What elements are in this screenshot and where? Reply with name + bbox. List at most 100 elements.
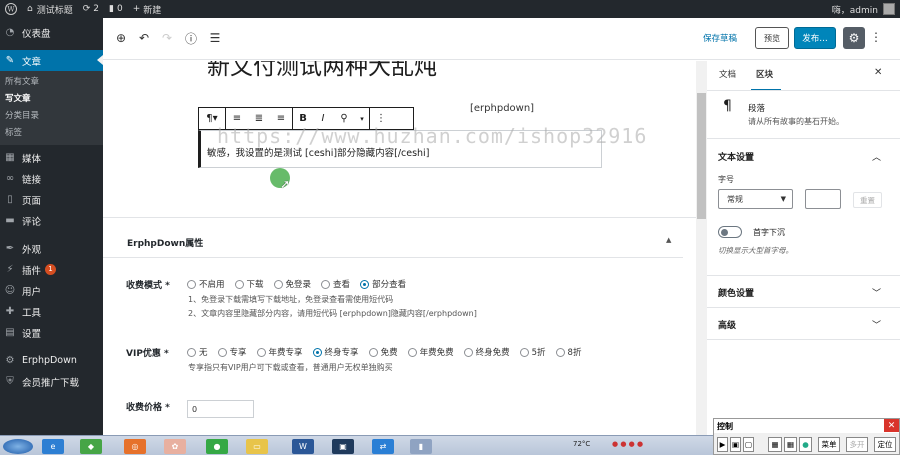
font-size-select[interactable]: 常规 ▼ xyxy=(718,189,793,209)
post-title[interactable]: 新文付测试两种大乱炖 xyxy=(207,61,437,81)
drop-cap-toggle[interactable] xyxy=(718,226,742,238)
vip-option[interactable]: 年费专享 xyxy=(256,346,303,358)
preview-button[interactable]: 预览 xyxy=(755,27,789,49)
chevron-up-icon[interactable]: ︿ xyxy=(872,150,881,163)
sidebar-item-media[interactable]: ▦ 媒体 xyxy=(0,147,103,168)
app-icon[interactable]: ▮ xyxy=(410,439,432,454)
vip-option[interactable]: 8折 xyxy=(555,346,581,358)
submenu-all-posts[interactable]: 所有文章 xyxy=(0,74,103,91)
collapse-arrow-icon[interactable]: ▲ xyxy=(666,236,671,244)
control-icon[interactable]: ● xyxy=(799,437,812,452)
settings-gear-icon[interactable]: ⚙ xyxy=(843,27,865,49)
sidebar-item-appearance[interactable]: ✒ 外观 xyxy=(0,238,103,259)
sidebar-item-comments[interactable]: ▬ 评论 xyxy=(0,210,103,231)
multi-open-button[interactable]: 多开 xyxy=(846,437,868,452)
outline-icon[interactable]: ☰ xyxy=(207,30,223,46)
control-icon[interactable]: ▦ xyxy=(784,437,797,452)
app-icon[interactable]: ✿ xyxy=(164,439,186,454)
sidebar-item-links[interactable]: ∞ 链接 xyxy=(0,168,103,189)
vip-option[interactable]: 专享 xyxy=(217,346,247,358)
locate-button[interactable]: 定位 xyxy=(874,437,896,452)
posts-submenu: 所有文章 写文章 分类目录 标签 xyxy=(0,71,103,145)
start-button-icon[interactable] xyxy=(3,439,33,454)
text-settings-header[interactable]: 文本设置 xyxy=(718,150,754,163)
publish-button[interactable]: 发布… xyxy=(794,27,836,49)
new-content-link[interactable]: + 新建 xyxy=(128,0,167,18)
sidebar-item-label: 用户 xyxy=(22,286,42,298)
sidebar-bottom xyxy=(0,425,103,435)
sidebar-item-label: 链接 xyxy=(22,174,42,186)
sidebar-item-label: 会员推广下载 xyxy=(22,377,80,389)
sidebar-item-settings[interactable]: ▤ 设置 xyxy=(0,322,103,343)
close-icon[interactable]: ✕ xyxy=(874,67,882,78)
updates-link[interactable]: ⟳ 2 xyxy=(78,0,104,18)
vip-option[interactable]: 5折 xyxy=(519,346,546,358)
sidebar-item-dashboard[interactable]: ◔ 仪表盘 xyxy=(0,22,103,43)
tab-document[interactable]: 文档 xyxy=(719,68,736,80)
account-menu[interactable]: 嗨，admin xyxy=(827,0,900,18)
info-icon[interactable]: ⓘ xyxy=(183,30,199,46)
app-icon[interactable]: ◎ xyxy=(124,439,146,454)
control-icon[interactable]: ▣ xyxy=(730,437,741,452)
divider xyxy=(103,257,683,258)
teamviewer-icon[interactable]: ⇄ xyxy=(372,439,394,454)
sidebar-item-tools[interactable]: ✚ 工具 xyxy=(0,301,103,322)
save-draft-button[interactable]: 保存草稿 xyxy=(703,32,737,44)
more-menu-icon[interactable]: ⋮ xyxy=(870,30,882,44)
scrollbar-thumb[interactable] xyxy=(697,93,706,219)
sidebar-item-label: 插件 xyxy=(22,265,42,277)
updates-icon: ⟳ xyxy=(82,4,91,14)
fee-mode-option[interactable]: 免登录 xyxy=(273,278,311,290)
sidebar-item-label: 评论 xyxy=(22,216,42,228)
sidebar-item-pages[interactable]: ▯ 页面 xyxy=(0,189,103,210)
vip-option-selected[interactable]: 终身专享 xyxy=(312,346,359,358)
wechat-icon[interactable]: ● xyxy=(206,439,228,454)
app-icon[interactable]: ▣ xyxy=(332,439,354,454)
vip-option[interactable]: 年费免费 xyxy=(407,346,454,358)
fee-mode-option[interactable]: 下载 xyxy=(234,278,264,290)
fee-mode-option[interactable]: 不启用 xyxy=(187,278,225,290)
block-name: 段落 xyxy=(748,104,766,114)
watermark-text: https://www.huzhan.com/ishop32916 xyxy=(217,124,648,148)
reset-button[interactable]: 重置 xyxy=(853,192,882,208)
price-input[interactable]: 0 xyxy=(187,400,254,418)
chevron-down-icon[interactable]: ﹀ xyxy=(872,286,881,299)
control-icon[interactable]: ▢ xyxy=(743,437,754,452)
fee-mode-option[interactable]: 查看 xyxy=(321,278,350,290)
browser-icon[interactable]: e xyxy=(42,439,64,454)
submenu-categories[interactable]: 分类目录 xyxy=(0,108,103,125)
sidebar-item-affiliate[interactable]: ⛨ 会员推广下载 xyxy=(0,371,103,392)
vip-option[interactable]: 无 xyxy=(187,346,208,358)
sidebar-item-erphpdown[interactable]: ⚙ ErphpDown xyxy=(0,350,103,371)
control-icon[interactable]: ▶ xyxy=(717,437,728,452)
submenu-tags[interactable]: 标签 xyxy=(0,125,103,142)
sidebar-item-plugins[interactable]: ⚡ 插件 1 xyxy=(0,259,103,280)
metabox-title[interactable]: ErphpDown属性 xyxy=(127,236,203,249)
editor-scrollbar[interactable] xyxy=(696,61,707,435)
folder-icon[interactable]: ▭ xyxy=(246,439,268,454)
paragraph-behind[interactable]: [erphpdown] xyxy=(470,103,534,114)
advanced-header[interactable]: 高级 xyxy=(718,318,736,331)
tab-block[interactable]: 区块 xyxy=(756,68,773,80)
wordpress-logo-icon[interactable]: W xyxy=(0,0,22,18)
app-icon[interactable]: ◆ xyxy=(80,439,102,454)
sidebar-item-users[interactable]: ☺ 用户 xyxy=(0,280,103,301)
site-name-link[interactable]: ⌂ 测试标题 xyxy=(22,0,78,18)
undo-icon[interactable]: ↶ xyxy=(136,30,152,46)
word-icon[interactable]: W xyxy=(292,439,314,454)
fee-mode-option-selected[interactable]: 部分查看 xyxy=(360,278,406,290)
custom-font-size-input[interactable] xyxy=(805,189,841,209)
control-icon[interactable]: ▦ xyxy=(768,437,782,452)
windows-taskbar: e ◆ ◎ ✿ ● ▭ W ▣ ⇄ ▮ 72°C ● ● ● ● xyxy=(0,435,713,455)
sidebar-item-posts[interactable]: ✎ 文章 xyxy=(0,50,103,71)
vip-option[interactable]: 终身免费 xyxy=(463,346,510,358)
menu-button[interactable]: 菜单 xyxy=(818,437,840,452)
submenu-new-post[interactable]: 写文章 xyxy=(0,91,103,108)
color-settings-header[interactable]: 颜色设置 xyxy=(718,286,754,299)
comments-link[interactable]: ▮ 0 xyxy=(104,0,128,18)
add-block-icon[interactable]: ⊕ xyxy=(113,30,129,46)
vip-option[interactable]: 免费 xyxy=(368,346,398,358)
redo-icon[interactable]: ↷ xyxy=(159,30,175,46)
close-icon[interactable]: ✕ xyxy=(884,419,899,432)
chevron-down-icon[interactable]: ﹀ xyxy=(872,318,881,331)
